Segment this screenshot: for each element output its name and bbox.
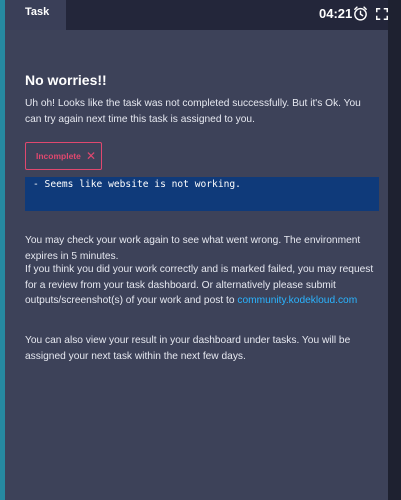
console-output: - Seems like website is not working. — [25, 177, 379, 211]
check-work-text: You may check your work again to see wha… — [25, 235, 361, 262]
close-icon: ✕ — [86, 149, 97, 163]
status-badge: Incomplete ✕ — [25, 142, 102, 170]
community-link[interactable]: community.kodekloud.com — [237, 295, 357, 306]
review-text: If you think you did your work correctly… — [25, 262, 377, 309]
alarm-clock-icon — [354, 6, 367, 21]
status-label: Incomplete — [36, 151, 81, 161]
right-edge — [388, 0, 401, 500]
result-title: No worries!! — [25, 72, 107, 88]
intro-text: Uh oh! Looks like the task was not compl… — [25, 98, 361, 125]
expand-icon[interactable] — [375, 7, 389, 21]
tab-task[interactable]: Task — [5, 0, 66, 30]
dashboard-note: You can also view your result in your da… — [25, 335, 351, 362]
countdown-timer: 04:21 — [319, 6, 353, 21]
